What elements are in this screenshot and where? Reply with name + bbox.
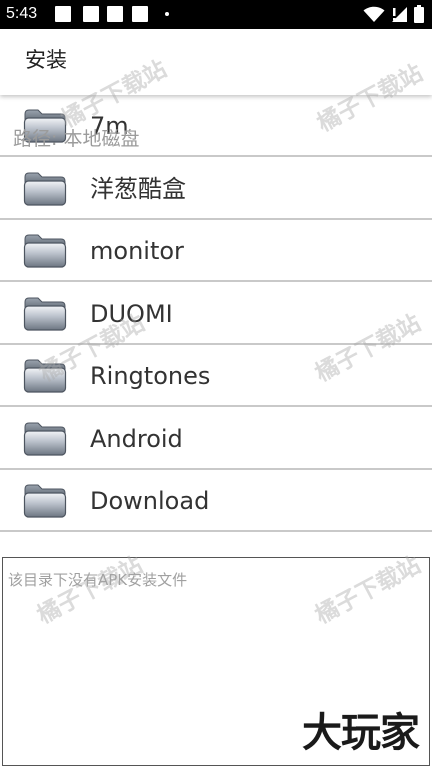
folder-name: monitor <box>90 237 184 265</box>
cell-signal-icon <box>392 6 407 22</box>
folder-list[interactable]: 7m 洋葱酷盒 monitor DUOMI Ringtones Android … <box>0 95 432 557</box>
path-label: 路径: 本地磁盘 <box>13 128 140 150</box>
folder-icon <box>23 172 67 206</box>
notification-icon <box>83 6 99 22</box>
folder-item[interactable]: DUOMI <box>0 283 432 345</box>
page-title: 安装 <box>25 48 67 72</box>
folder-icon <box>23 297 67 331</box>
brand-logo: 大玩家 <box>302 710 420 756</box>
battery-icon <box>414 5 424 23</box>
log-panel: 该目录下没有APK安装文件 大玩家 <box>2 557 430 766</box>
folder-icon <box>23 422 67 456</box>
more-notifications-icon <box>165 12 169 16</box>
wifi-icon <box>363 6 385 22</box>
status-bar: 5:43 <box>0 0 432 29</box>
notification-icon <box>107 6 123 22</box>
log-message: 该目录下没有APK安装文件 <box>8 571 188 589</box>
folder-item[interactable]: monitor <box>0 220 432 282</box>
notification-icon <box>55 6 71 22</box>
folder-name: DUOMI <box>90 299 173 328</box>
folder-icon <box>23 484 67 518</box>
folder-item[interactable]: Ringtones <box>0 345 432 407</box>
status-time: 5:43 <box>6 5 38 22</box>
status-indicators <box>363 5 424 23</box>
folder-name: Android <box>90 424 183 453</box>
folder-item[interactable]: 洋葱酷盒 <box>0 158 432 220</box>
app-bar: 安装 <box>0 29 432 95</box>
folder-icon <box>23 234 67 268</box>
folder-name: 洋葱酷盒 <box>90 174 186 203</box>
folder-icon <box>23 359 67 393</box>
folder-item[interactable]: Download <box>0 470 432 532</box>
folder-name: Download <box>90 487 210 515</box>
folder-item[interactable]: Android <box>0 408 432 470</box>
folder-name: Ringtones <box>90 362 211 390</box>
notification-icon <box>132 6 148 22</box>
